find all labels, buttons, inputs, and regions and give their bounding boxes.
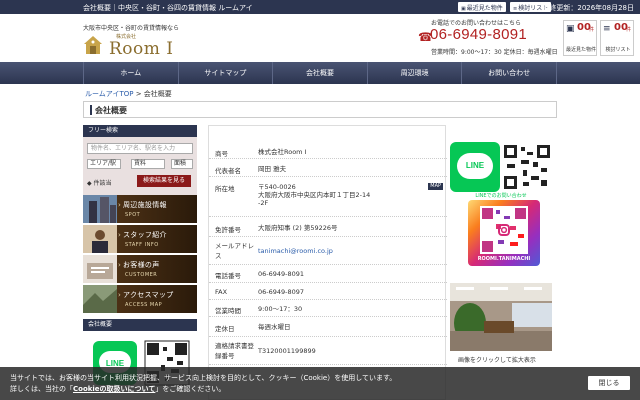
nav-sitemap[interactable]: サイトマップ xyxy=(177,62,273,84)
recent-viewed-counter[interactable]: ▣ 00 件 最近見た物件 xyxy=(563,20,597,56)
line-logo-icon: LINE xyxy=(465,161,485,170)
breadcrumb: ルームアイTOP > 会社概要 xyxy=(85,90,172,98)
page-title: 会社概要 xyxy=(95,106,127,115)
instagram-caption: ROOMI.TANIMACHI xyxy=(477,256,531,262)
line-button[interactable]: LINE xyxy=(450,142,500,192)
staff-photo-icon xyxy=(83,225,117,253)
map-photo-icon xyxy=(83,285,117,313)
eye-icon: ▣ xyxy=(566,24,575,34)
table-row: 所在地 〒540-0026 大阪府大阪市中央区内本町１丁目2-14 -2F MA… xyxy=(209,177,447,217)
free-search-input[interactable]: 物件名、エリア名、駅名を入力 xyxy=(87,143,193,154)
office-photo[interactable] xyxy=(450,283,552,351)
contact-block: お電話でのお問い合わせはこちら ☎ 06-6949-8091 営業時間：9:00… xyxy=(418,17,558,61)
nav-company[interactable]: 会社概要 xyxy=(272,62,367,84)
free-search-panel: 物件名、エリア名、駅名を入力 エリア/駅 賃料 面積 ◆ 件該当 検索結果を見る xyxy=(83,137,197,201)
table-row: 商号 株式会社Room I xyxy=(209,143,447,159)
line-qr-code-icon[interactable] xyxy=(503,144,551,190)
cookie-banner: 当サイトでは、お客様の当サイト利用状況把握、サービス向上検討を目的として、クッキ… xyxy=(0,367,640,400)
banner-access-map[interactable]: › アクセスマップ ACCESS MAP xyxy=(83,285,197,313)
list-icon: ≡ xyxy=(513,6,518,12)
free-search-heading: フリー検索 xyxy=(83,125,197,137)
cookie-close-button[interactable]: 閉じる xyxy=(588,376,630,390)
eye-icon: ▣ xyxy=(461,6,466,12)
last-updated: 最終更新：2026年08月28日 xyxy=(542,4,634,12)
line-caption: LINEでのお問い合わせ xyxy=(475,193,527,199)
clipboard-icon: ≡ xyxy=(603,24,611,34)
email-link[interactable]: tanimachi@roomi.co.jp xyxy=(258,247,333,255)
table-row: 代表者名 岡田 雅夫 xyxy=(209,159,447,177)
company-info-table: 商号 株式会社Room I 代表者名 岡田 雅夫 所在地 〒540-0026 大… xyxy=(208,125,447,400)
business-hours: 営業時間：9:00～17：30 定休日：毎週水曜日 xyxy=(431,49,558,56)
nav-contact[interactable]: お問い合わせ xyxy=(461,62,557,84)
nav-environment[interactable]: 周辺環境 xyxy=(366,62,462,84)
phone-number[interactable]: 06-6949-8091 xyxy=(430,26,527,43)
building-icon xyxy=(83,195,117,223)
sidebar: フリー検索 物件名、エリア名、駅名を入力 エリア/駅 賃料 面積 ◆ 件該当 検… xyxy=(83,125,197,400)
phone-icon: ☎ xyxy=(418,30,433,44)
recent-viewed-button[interactable]: ▣最近見た物件 xyxy=(458,2,506,12)
banner-customer[interactable]: › お客様の声 CUSTOMER xyxy=(83,255,197,283)
table-row: FAX 06-6949-8097 xyxy=(209,283,447,300)
right-column: LINE LINEでのお問い合わせ ROOMI.TANIMACHI 画像をクリッ… xyxy=(450,142,557,400)
area-select[interactable]: エリア/駅 xyxy=(87,159,121,169)
logo-text: Room I xyxy=(109,39,174,59)
map-button[interactable]: MAP xyxy=(428,183,443,190)
table-row: 電話番号 06-6949-8091 xyxy=(209,265,447,283)
nav-home[interactable]: ホーム xyxy=(83,62,178,84)
table-row: 営業時間 9:00～17：30 xyxy=(209,300,447,317)
table-row: 適格請求書登録番号 T3120001199899 xyxy=(209,337,447,365)
rent-select[interactable]: 賃料 xyxy=(131,159,165,169)
instagram-qr-code-icon xyxy=(482,208,526,252)
instagram-qr[interactable]: ROOMI.TANIMACHI xyxy=(468,200,540,266)
logo[interactable]: 株式会社 Room I xyxy=(83,33,183,59)
customer-photo-icon xyxy=(83,255,117,283)
table-row: 免許番号 大阪府知事 (2) 第59226号 xyxy=(209,217,447,237)
top-bar-title: 会社概要｜中央区・谷町・谷四の賃貸情報 ルームアイ xyxy=(83,4,253,12)
sidebar-company-heading: 会社概要 xyxy=(83,319,197,331)
top-bar: 会社概要｜中央区・谷町・谷四の賃貸情報 ルームアイ ▣最近見た物件 ≡検討リスト… xyxy=(0,0,640,14)
table-row: メールアドレス tanimachi@roomi.co.jp xyxy=(209,237,447,265)
review-list-counter[interactable]: ≡ 00 件 検討リスト xyxy=(600,20,634,56)
search-results-button[interactable]: 検索結果を見る xyxy=(137,175,191,187)
house-logo-icon xyxy=(84,36,102,54)
area-size-select[interactable]: 面積 xyxy=(171,159,193,169)
tagline: 大阪市中央区・谷町の賃貸情報なら xyxy=(83,25,180,32)
main-nav: ホーム サイトマップ 会社概要 周辺環境 お問い合わせ xyxy=(0,62,640,84)
breadcrumb-home[interactable]: ルームアイTOP xyxy=(85,90,133,98)
header: 大阪市中央区・谷町の賃貸情報なら 株式会社 Room I お電話でのお問い合わせ… xyxy=(0,14,640,62)
breadcrumb-current: 会社概要 xyxy=(143,90,172,98)
result-count: ◆ 件該当 xyxy=(87,180,112,187)
photo-caption: 画像をクリックして拡大表示 xyxy=(458,357,536,364)
cookie-policy-link[interactable]: Cookieの取扱いについて xyxy=(73,385,155,393)
cookie-text: 当サイトでは、お客様の当サイト利用状況把握、サービス向上検討を目的として、クッキ… xyxy=(10,374,397,382)
table-row: 定休日 毎週水曜日 xyxy=(209,317,447,337)
page-title-box: 会社概要 xyxy=(83,101,557,118)
cookie-text-2: 詳しくは、当社の「Cookieの取扱いについて」をご確認ください。 xyxy=(10,385,226,393)
banner-spot[interactable]: › 周辺施設情報 SPOT xyxy=(83,195,197,223)
banner-staff[interactable]: › スタッフ紹介 STAFF INFO xyxy=(83,225,197,253)
